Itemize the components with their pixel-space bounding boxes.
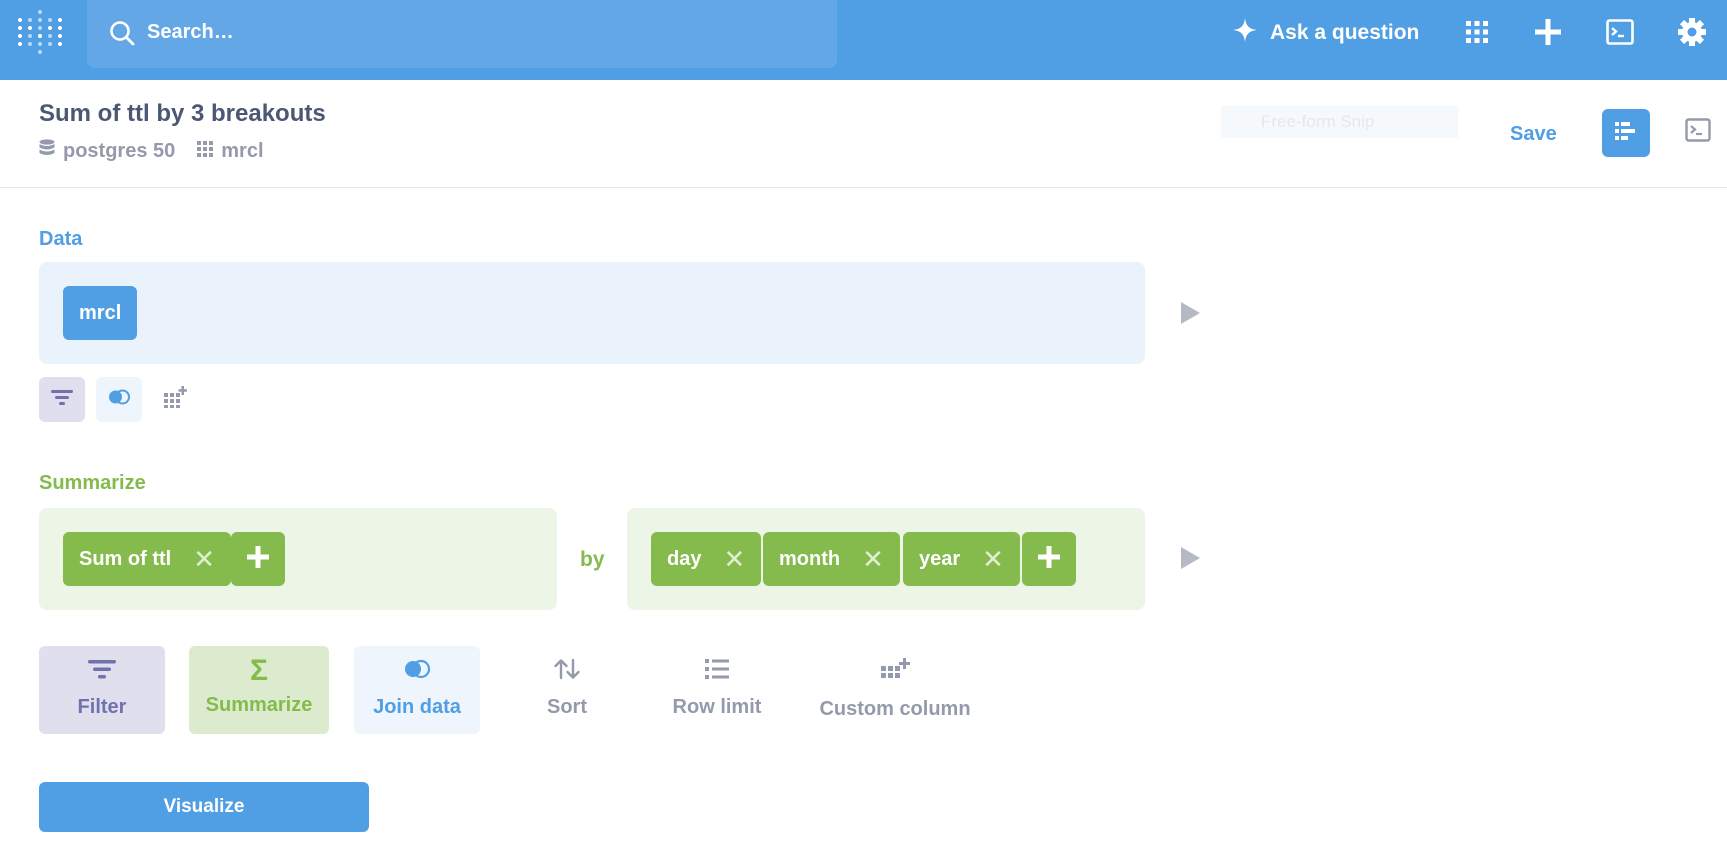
custom-column-action-button[interactable]: Custom column: [818, 646, 972, 734]
gear-icon[interactable]: [1677, 17, 1707, 47]
search-placeholder: Search…: [147, 21, 234, 43]
data-step-box: mrcl: [39, 262, 1145, 364]
top-nav: Search… Ask a question: [0, 0, 1727, 80]
join-icon: [403, 658, 431, 686]
breakout-label: year: [919, 547, 961, 570]
add-column-grid-icon: [880, 658, 910, 688]
visualize-button[interactable]: Visualize: [39, 782, 369, 832]
sql-console-icon[interactable]: [1605, 17, 1635, 47]
sparkle-icon: [1232, 17, 1258, 49]
database-icon: [39, 139, 55, 163]
database-name: postgres 50: [63, 139, 176, 162]
aggregation-label: Sum of ttl: [79, 547, 172, 570]
data-source-pill[interactable]: mrcl: [63, 286, 138, 340]
sql-console-icon: [1685, 117, 1711, 147]
preview-summarize-play-icon[interactable]: [1181, 547, 1200, 569]
plus-icon: [1037, 545, 1061, 574]
filter-icon: [88, 658, 116, 686]
page-title[interactable]: Sum of ttl by 3 breakouts: [39, 100, 326, 128]
aggregation-pill[interactable]: Sum of ttl ✕: [63, 532, 232, 586]
search-icon: [109, 20, 135, 51]
remove-breakout-close-icon[interactable]: ✕: [723, 544, 745, 575]
view-sql-button[interactable]: [1683, 117, 1713, 147]
summarize-action-label: Summarize: [205, 694, 313, 716]
join-data-action-button[interactable]: Join data: [354, 646, 480, 734]
sort-action-label: Sort: [547, 696, 587, 718]
add-breakout-button[interactable]: [1022, 532, 1076, 586]
plus-icon: [246, 545, 270, 574]
apps-grid-icon[interactable]: [1462, 17, 1492, 47]
add-custom-column-step-button[interactable]: [152, 377, 198, 422]
by-label: by: [580, 548, 605, 571]
remove-breakout-close-icon[interactable]: ✕: [862, 544, 884, 575]
custom-column-action-label: Custom column: [819, 698, 971, 720]
sort-arrows-icon: [553, 658, 581, 686]
join-data-action-label: Join data: [373, 696, 461, 718]
sort-action-button[interactable]: Sort: [525, 646, 609, 734]
breakout-pill-month[interactable]: month ✕: [763, 532, 900, 586]
add-column-grid-icon: [163, 386, 187, 413]
filter-action-label: Filter: [77, 696, 127, 718]
add-aggregation-button[interactable]: [231, 532, 285, 586]
aggregation-box: Sum of ttl ✕: [39, 508, 557, 610]
breadcrumb-database[interactable]: postgres 50: [39, 139, 175, 163]
row-limit-action-label: Row limit: [672, 696, 762, 718]
table-name: mrcl: [221, 139, 264, 162]
summarize-step-label: Summarize: [39, 472, 146, 494]
breakout-pill-day[interactable]: day ✕: [651, 532, 762, 586]
join-icon: [108, 389, 130, 410]
add-filter-step-button[interactable]: [39, 377, 85, 422]
filter-icon: [51, 388, 73, 411]
sigma-icon: Σ: [249, 654, 268, 687]
plus-icon[interactable]: [1533, 17, 1563, 47]
notebook-editor-toggle-button[interactable]: [1602, 109, 1650, 157]
search-bar[interactable]: Search…: [87, 0, 837, 68]
data-step-label: Data: [39, 228, 83, 250]
row-limit-action-button[interactable]: Row limit: [665, 646, 769, 734]
ask-question-button[interactable]: Ask a question: [1232, 18, 1419, 48]
add-join-step-button[interactable]: [96, 377, 142, 422]
summarize-action-button[interactable]: Σ Summarize: [189, 646, 329, 734]
breakout-label: month: [779, 547, 841, 570]
remove-breakout-close-icon[interactable]: ✕: [982, 544, 1004, 575]
preview-data-play-icon[interactable]: [1181, 302, 1200, 324]
notebook-icon: [1615, 121, 1637, 146]
filter-action-button[interactable]: Filter: [39, 646, 165, 734]
ask-question-label: Ask a question: [1270, 21, 1420, 44]
breadcrumb-table[interactable]: mrcl: [197, 139, 264, 163]
question-header: Sum of ttl by 3 breakouts postgres 50 mr…: [0, 80, 1727, 188]
save-button[interactable]: Save: [1510, 123, 1557, 146]
table-grid-icon: [197, 140, 214, 163]
breakout-label: day: [667, 547, 702, 570]
breadcrumb: postgres 50 mrcl: [39, 139, 286, 163]
list-icon: [705, 658, 729, 686]
snip-overlay-label: Free-form Snip: [1221, 106, 1458, 138]
remove-aggregation-close-icon[interactable]: ✕: [193, 544, 215, 575]
metabase-logo-icon[interactable]: [18, 8, 62, 56]
breakout-pill-year[interactable]: year ✕: [903, 532, 1020, 586]
breakout-box: day ✕ month ✕ year ✕: [627, 508, 1145, 610]
